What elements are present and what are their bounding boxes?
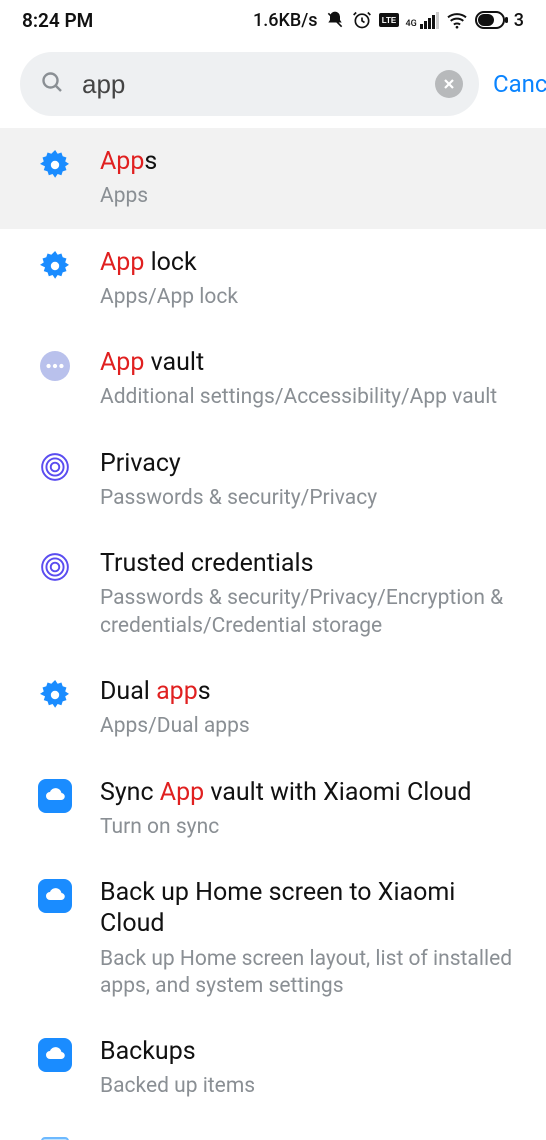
result-text: Trusted credentials Passwords & security/… xyxy=(100,548,526,640)
result-text: App lock Apps/App lock xyxy=(100,247,526,312)
battery-text: 3 xyxy=(514,10,524,31)
result-subtitle: Back up Home screen layout, list of inst… xyxy=(100,946,526,1001)
fingerprint-icon xyxy=(38,450,72,484)
wifi-icon xyxy=(446,11,468,29)
result-text: Back up Home screen to Xiaomi Cloud Back … xyxy=(100,877,526,1000)
gear-icon xyxy=(38,148,72,182)
status-right: 1.6KB/s LTE 4G 3 xyxy=(253,10,524,31)
result-item[interactable]: App lock Apps/App lock xyxy=(0,229,546,330)
alarm-icon xyxy=(352,10,372,30)
status-bar: 8:24 PM 1.6KB/s LTE 4G 3 xyxy=(0,0,546,40)
cancel-button[interactable]: Cancel xyxy=(493,70,546,98)
result-title: Backups xyxy=(100,1036,526,1067)
result-subtitle: Apps/App lock xyxy=(100,284,526,311)
result-item[interactable]: Privacy Passwords & security/Privacy xyxy=(0,430,546,531)
result-text: Apps Apps xyxy=(100,146,526,211)
result-text: Dual apps Apps/Dual apps xyxy=(100,676,526,741)
result-title: Dual apps xyxy=(100,676,526,707)
svg-text:LTE: LTE xyxy=(381,16,396,25)
status-time: 8:24 PM xyxy=(22,9,93,32)
result-title: Privacy xyxy=(100,448,526,479)
volte-icon: LTE xyxy=(379,13,399,27)
result-title: Apps xyxy=(100,146,526,177)
fingerprint-icon xyxy=(38,550,72,584)
result-subtitle: Backed up items xyxy=(100,1073,526,1100)
result-item[interactable]: Sync App vault with Xiaomi Cloud Turn on … xyxy=(0,759,546,860)
network-icon: 4G xyxy=(406,12,439,29)
result-item[interactable]: Dual apps Apps/Dual apps xyxy=(0,658,546,759)
cloud-icon xyxy=(38,879,72,913)
result-text: Privacy Passwords & security/Privacy xyxy=(100,448,526,513)
result-item[interactable]: Apps Apps xyxy=(0,128,546,229)
cloud-icon xyxy=(38,1038,72,1072)
result-subtitle: Apps xyxy=(100,183,526,210)
gear-icon xyxy=(38,249,72,283)
result-subtitle: Apps/Dual apps xyxy=(100,713,526,740)
result-title: App lock xyxy=(100,247,526,278)
search-row: Cancel xyxy=(0,40,546,128)
search-box[interactable] xyxy=(20,52,479,116)
results-list: Apps Apps App lock Apps/App lock App vault Ad… xyxy=(0,128,546,1140)
clear-button[interactable] xyxy=(435,70,463,98)
search-icon xyxy=(40,70,64,98)
result-subtitle: Additional settings/Accessibility/App va… xyxy=(100,384,526,411)
dnd-icon xyxy=(325,10,345,30)
result-item[interactable]: Back up Home screen to Xiaomi Cloud Back … xyxy=(0,859,546,1018)
result-text: App vault Additional settings/Accessibili… xyxy=(100,347,526,412)
battery-icon xyxy=(475,11,509,29)
dots-icon xyxy=(38,349,72,383)
cloud-icon xyxy=(38,779,72,813)
result-title: Sync App vault with Xiaomi Cloud xyxy=(100,777,526,808)
result-title: Back up Home screen to Xiaomi Cloud xyxy=(100,877,526,940)
result-item[interactable]: Trusted credentials Passwords & security/… xyxy=(0,530,546,658)
status-speed: 1.6KB/s xyxy=(253,10,318,31)
result-item[interactable]: Backups Backed up items xyxy=(0,1018,546,1119)
result-title: Trusted credentials xyxy=(100,548,526,579)
result-item[interactable]: Erase appsAbout phone/Backup & reset/Era… xyxy=(0,1119,546,1140)
result-item[interactable]: App vault Additional settings/Accessibili… xyxy=(0,329,546,430)
result-text: Backups Backed up items xyxy=(100,1036,526,1101)
result-title: App vault xyxy=(100,347,526,378)
result-subtitle: Passwords & security/Privacy xyxy=(100,485,526,512)
search-input[interactable] xyxy=(82,69,417,100)
result-text: Sync App vault with Xiaomi Cloud Turn on … xyxy=(100,777,526,842)
gear-icon xyxy=(38,678,72,712)
result-subtitle: Passwords & security/Privacy/Encryption … xyxy=(100,585,526,640)
result-subtitle: Turn on sync xyxy=(100,814,526,841)
